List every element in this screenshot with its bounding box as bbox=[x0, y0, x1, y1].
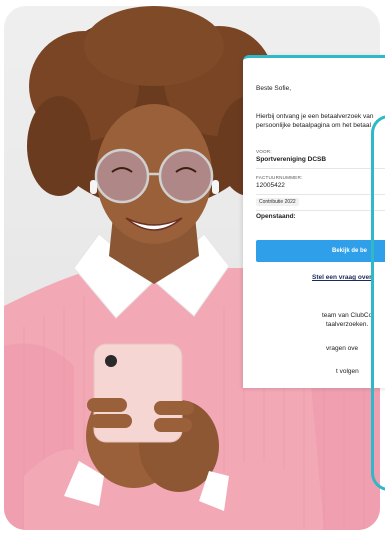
factuurnummer-value: 12005422 bbox=[256, 182, 285, 189]
ask-question-link[interactable]: Stel een vraag over bbox=[312, 274, 372, 281]
divider bbox=[256, 194, 385, 195]
voor-value: Sportvereniging DCSB bbox=[256, 156, 327, 163]
phone-outline bbox=[371, 115, 385, 491]
openstaand-label: Openstaand: bbox=[256, 213, 296, 220]
item-tag: Contributie 2022 bbox=[256, 198, 299, 206]
payment-request-email: Beste Sofie, Hierbij ontvang je een beta… bbox=[243, 55, 385, 388]
view-payment-button[interactable]: Bekijk de be bbox=[256, 240, 385, 262]
divider bbox=[256, 168, 385, 169]
email-body-line-4: t volgen bbox=[336, 368, 359, 375]
factuurnummer-label: FACTUURNUMMER: bbox=[256, 175, 303, 180]
email-intro-line-2: persoonlijke betaalpagina om het betaal bbox=[256, 122, 371, 129]
email-greeting: Beste Sofie, bbox=[256, 85, 292, 92]
email-body-line-3: vragen ove bbox=[326, 345, 359, 352]
promo-visual: Beste Sofie, Hierbij ontvang je een beta… bbox=[0, 0, 385, 533]
email-body-line-2: taalverzoeken. bbox=[326, 321, 369, 328]
divider bbox=[256, 210, 385, 211]
email-intro-line-1: Hierbij ontvang je een betaalverzoek van bbox=[256, 113, 374, 120]
email-body-line-1: team van ClubCo bbox=[322, 312, 373, 319]
voor-label: VOOR: bbox=[256, 149, 272, 154]
